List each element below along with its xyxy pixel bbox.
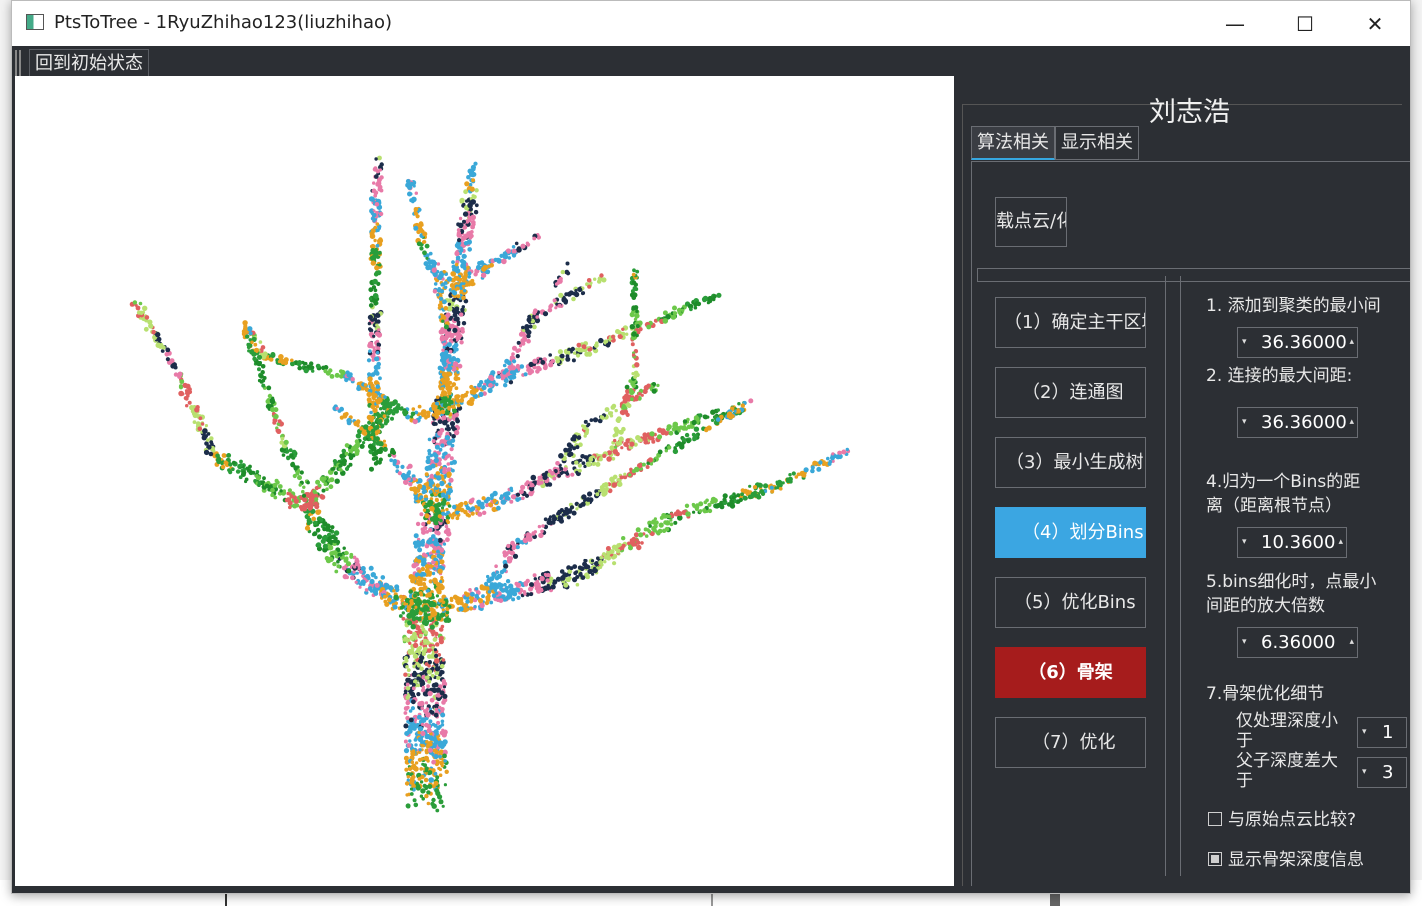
spin-down-icon[interactable]: ▾ <box>1242 408 1247 437</box>
tab-body-frame <box>971 161 972 886</box>
param-2-spinbox[interactable]: ▾ 36.36000 ▴ <box>1237 407 1358 438</box>
window-title: PtsToTree - 1RyuZhihao123(liuzhihao) <box>54 12 393 33</box>
param-1-label: 1. 添加到聚类的最小间 <box>1206 296 1381 316</box>
step-3-button[interactable]: （3）最小生成树 <box>995 437 1146 488</box>
spin-down-icon[interactable]: ▾ <box>1242 528 1247 557</box>
param-7b-label: 父子深度差大于 <box>1236 751 1338 791</box>
param-7a-spinbox[interactable]: ▾ 1 <box>1357 717 1407 748</box>
param-5-spinbox[interactable]: ▾ 6.36000 ▴ <box>1237 627 1358 658</box>
show-depth-checkbox-box[interactable] <box>1208 852 1222 866</box>
param-7a-value: 1 <box>1382 722 1394 743</box>
minimize-icon: — <box>1225 11 1245 36</box>
spin-up-icon[interactable]: ▴ <box>1349 408 1354 437</box>
minimize-button[interactable]: — <box>1200 1 1270 46</box>
param-5-label-line1: 5.bins细化时，点最小 <box>1206 572 1377 592</box>
param-7b-value: 3 <box>1382 762 1394 783</box>
step-2-button[interactable]: （2）连通图 <box>995 367 1146 418</box>
spin-up-icon[interactable]: ▴ <box>1349 328 1354 357</box>
point-cloud-viewport[interactable] <box>15 76 954 886</box>
param-7-label: 7.骨架优化细节 <box>1206 684 1325 704</box>
reset-button[interactable]: 回到初始状态 <box>29 49 149 77</box>
tree-point-cloud <box>129 155 851 813</box>
tab-display[interactable]: 显示相关 <box>1055 126 1139 160</box>
step-4-button[interactable]: （4）划分Bins <box>995 507 1146 558</box>
spin-up-icon[interactable]: ▴ <box>1338 528 1343 557</box>
spin-down-icon[interactable]: ▾ <box>1242 328 1247 357</box>
step-7-button[interactable]: （7）优化 <box>995 717 1146 768</box>
client-area: 回到初始状态 刘志浩 算法相关 显示相关 载点云/化 （1）确定主干区域 （2）… <box>12 46 1410 893</box>
spin-down-icon[interactable]: ▾ <box>1362 718 1367 747</box>
show-depth-checkbox[interactable]: 显示骨架深度信息 <box>1208 845 1364 870</box>
tab-divider <box>971 161 1410 162</box>
author-name: 刘志浩 <box>1149 97 1230 128</box>
step-6-button[interactable]: （6）骨架 <box>995 647 1146 698</box>
spin-up-icon[interactable]: ▴ <box>1349 628 1354 657</box>
param-1-value: 36.36000 <box>1261 332 1347 353</box>
control-panel: 刘志浩 算法相关 显示相关 载点云/化 （1）确定主干区域 （2）连通图 （3）… <box>954 76 1410 886</box>
step-1-button[interactable]: （1）确定主干区域 <box>995 297 1146 348</box>
compare-checkbox[interactable]: 与原始点云比较? <box>1208 805 1356 830</box>
maximize-icon: ☐ <box>1296 11 1314 36</box>
param-4-label-line2: 离（距离根节点） <box>1206 496 1342 516</box>
close-button[interactable]: ✕ <box>1340 1 1410 46</box>
param-4-label-line1: 4.归为一个Bins的距 <box>1206 472 1361 492</box>
horizontal-scrollbar[interactable] <box>977 268 1410 282</box>
compare-checkbox-box[interactable] <box>1208 812 1222 826</box>
param-4-spinbox[interactable]: ▾ 10.3600 ▴ <box>1237 527 1347 558</box>
spin-down-icon[interactable]: ▾ <box>1362 758 1367 787</box>
spin-down-icon[interactable]: ▾ <box>1242 628 1247 657</box>
show-depth-checkbox-label: 显示骨架深度信息 <box>1228 850 1364 870</box>
step-5-button[interactable]: （5）优化Bins <box>995 577 1146 628</box>
tab-algorithm[interactable]: 算法相关 <box>971 126 1055 160</box>
param-7b-spinbox[interactable]: ▾ 3 <box>1357 757 1407 788</box>
toolbar-grip-icon[interactable] <box>15 50 21 76</box>
vertical-scrollbar[interactable] <box>1165 276 1181 876</box>
load-cloud-button[interactable]: 载点云/化 <box>995 197 1067 247</box>
close-icon: ✕ <box>1366 11 1384 36</box>
param-1-spinbox[interactable]: ▾ 36.36000 ▴ <box>1237 327 1358 358</box>
param-5-value: 6.36000 <box>1261 632 1336 653</box>
title-bar[interactable]: PtsToTree - 1RyuZhihao123(liuzhihao) — ☐… <box>12 1 1410 46</box>
app-window: PtsToTree - 1RyuZhihao123(liuzhihao) — ☐… <box>11 0 1411 894</box>
maximize-button[interactable]: ☐ <box>1270 1 1340 46</box>
param-2-label: 2. 连接的最大间距: <box>1206 366 1353 386</box>
param-4-value: 10.3600 <box>1261 532 1336 553</box>
param-2-value: 36.36000 <box>1261 412 1347 433</box>
app-icon <box>26 14 44 30</box>
param-5-label-line2: 间距的放大倍数 <box>1206 596 1325 616</box>
compare-checkbox-label: 与原始点云比较? <box>1228 810 1357 830</box>
param-7a-label: 仅处理深度小于 <box>1236 711 1338 751</box>
